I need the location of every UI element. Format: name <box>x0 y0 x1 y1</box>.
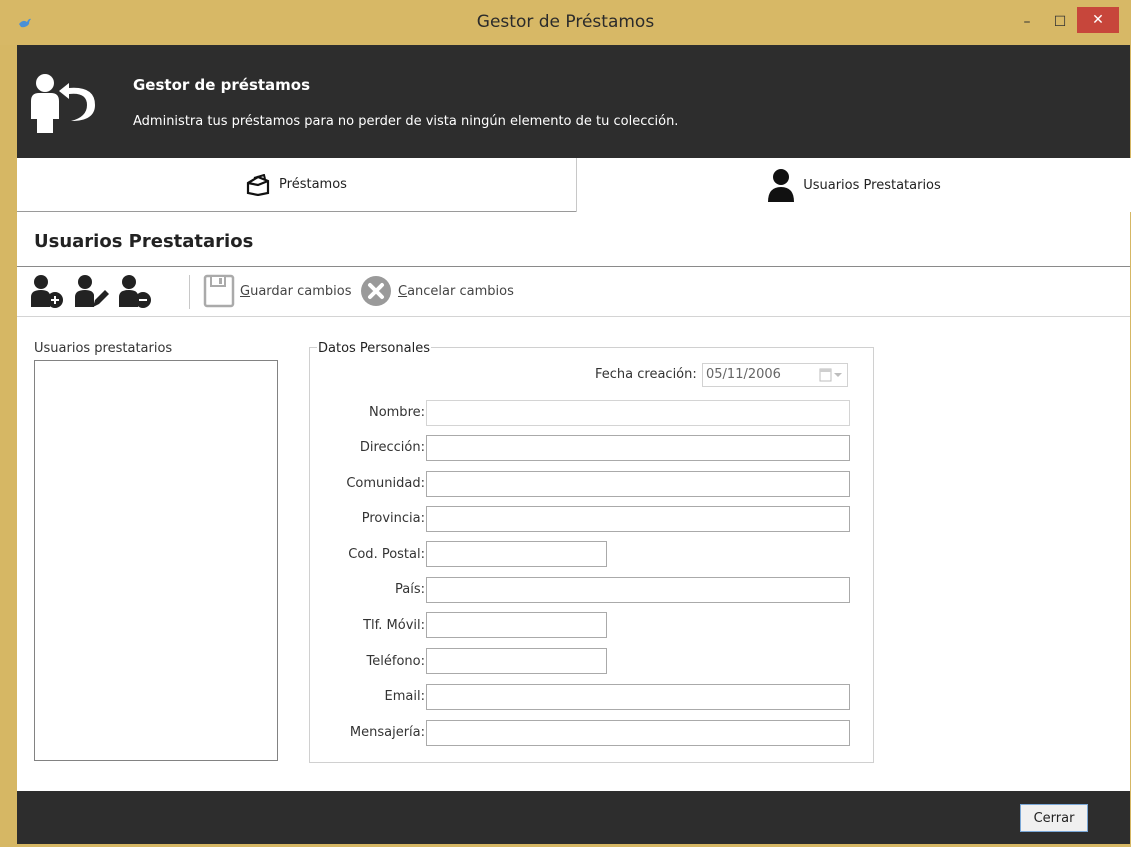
user-icon <box>767 168 795 202</box>
banner-title: Gestor de préstamos <box>133 76 311 94</box>
users-list-label: Usuarios prestatarios <box>34 341 173 356</box>
provincia-field[interactable] <box>426 506 850 532</box>
calendar-dropdown-icon[interactable] <box>819 368 843 382</box>
pais-field[interactable] <box>426 577 850 603</box>
box-icon <box>245 173 271 196</box>
cancel-mnemonic: C <box>398 283 408 299</box>
tab-usuarios-prestatarios[interactable]: Usuarios Prestatarios <box>576 158 1131 212</box>
pais-label: País: <box>395 582 425 597</box>
fecha-creacion-picker[interactable]: 05/11/2006 <box>702 363 848 387</box>
user-edit-icon[interactable] <box>73 273 109 309</box>
floppy-disk-icon <box>203 274 235 308</box>
user-remove-icon[interactable] <box>117 273 153 309</box>
direccion-label: Dirección: <box>359 440 425 455</box>
title-bar[interactable]: Gestor de Préstamos – ☐ ✕ <box>0 0 1131 45</box>
cod-postal-row: Cod. Postal: <box>309 541 425 569</box>
personal-data-legend: Datos Personales <box>317 341 431 356</box>
tlf-movil-row: Tlf. Móvil: <box>309 612 425 640</box>
close-button[interactable]: Cerrar <box>1020 804 1088 832</box>
nombre-field[interactable] <box>426 400 850 426</box>
provincia-row: Provincia: <box>309 505 425 533</box>
save-mnemonic: G <box>240 283 251 299</box>
user-add-icon[interactable] <box>29 273 65 309</box>
cancel-button[interactable]: Cancelar cambios <box>360 271 514 311</box>
telefono-label: Teléfono: <box>366 654 425 669</box>
header-banner: Gestor de préstamos Administra tus prést… <box>17 45 1130 158</box>
save-button[interactable]: Guardar cambios <box>203 271 351 311</box>
fecha-creacion-label: Fecha creación: <box>595 367 697 382</box>
cod-postal-label: Cod. Postal: <box>348 547 425 562</box>
tab-prestamos-label: Préstamos <box>279 177 347 192</box>
footer-bar: Cerrar <box>17 791 1130 844</box>
email-label: Email: <box>384 689 425 704</box>
telefono-row: Teléfono: <box>309 648 425 676</box>
cancel-x-icon <box>361 276 391 306</box>
maximize-button[interactable]: ☐ <box>1043 8 1077 36</box>
tlf-movil-label: Tlf. Móvil: <box>363 618 425 633</box>
toolbar: Guardar cambios Cancelar cambios <box>29 271 1119 315</box>
toolbar-separator <box>189 275 190 309</box>
tab-bar: Préstamos Usuarios Prestatarios <box>17 158 1131 212</box>
mensajeria-label: Mensajería: <box>349 725 425 740</box>
pais-row: País: <box>309 576 425 604</box>
direccion-row: Dirección: <box>309 434 425 462</box>
tab-prestamos[interactable]: Préstamos <box>17 158 575 212</box>
users-listbox[interactable] <box>34 360 278 761</box>
nombre-label: Nombre: <box>368 405 425 420</box>
banner-subtitle: Administra tus préstamos para no perder … <box>133 114 679 129</box>
telefono-field[interactable] <box>426 648 607 674</box>
nombre-row: Nombre: <box>309 399 425 427</box>
minimize-button[interactable]: – <box>1010 8 1044 36</box>
divider <box>17 316 1130 317</box>
close-window-button[interactable]: ✕ <box>1077 7 1119 33</box>
email-field[interactable] <box>426 684 850 710</box>
tab-usuarios-label: Usuarios Prestatarios <box>803 177 941 193</box>
client-area: Gestor de préstamos Administra tus prést… <box>17 45 1131 844</box>
comunidad-label: Comunidad: <box>346 476 425 491</box>
divider <box>17 266 1130 267</box>
mensajeria-field[interactable] <box>426 720 850 746</box>
email-row: Email: <box>309 683 425 711</box>
save-label: uardar cambios <box>250 283 352 299</box>
cancel-label: ancelar cambios <box>407 283 514 299</box>
user-return-icon <box>31 74 95 133</box>
mensajeria-row: Mensajería: <box>309 719 425 747</box>
direccion-field[interactable] <box>426 435 850 461</box>
comunidad-row: Comunidad: <box>309 470 425 498</box>
cod-postal-field[interactable] <box>426 541 607 567</box>
tlf-movil-field[interactable] <box>426 612 607 638</box>
page-title: Usuarios Prestatarios <box>34 231 254 252</box>
comunidad-field[interactable] <box>426 471 850 497</box>
window-title: Gestor de Préstamos <box>476 12 655 32</box>
app-window: Gestor de Préstamos – ☐ ✕ Gestor de prés… <box>0 0 1131 847</box>
provincia-label: Provincia: <box>361 511 425 526</box>
fecha-creacion-value: 05/11/2006 <box>706 367 781 382</box>
